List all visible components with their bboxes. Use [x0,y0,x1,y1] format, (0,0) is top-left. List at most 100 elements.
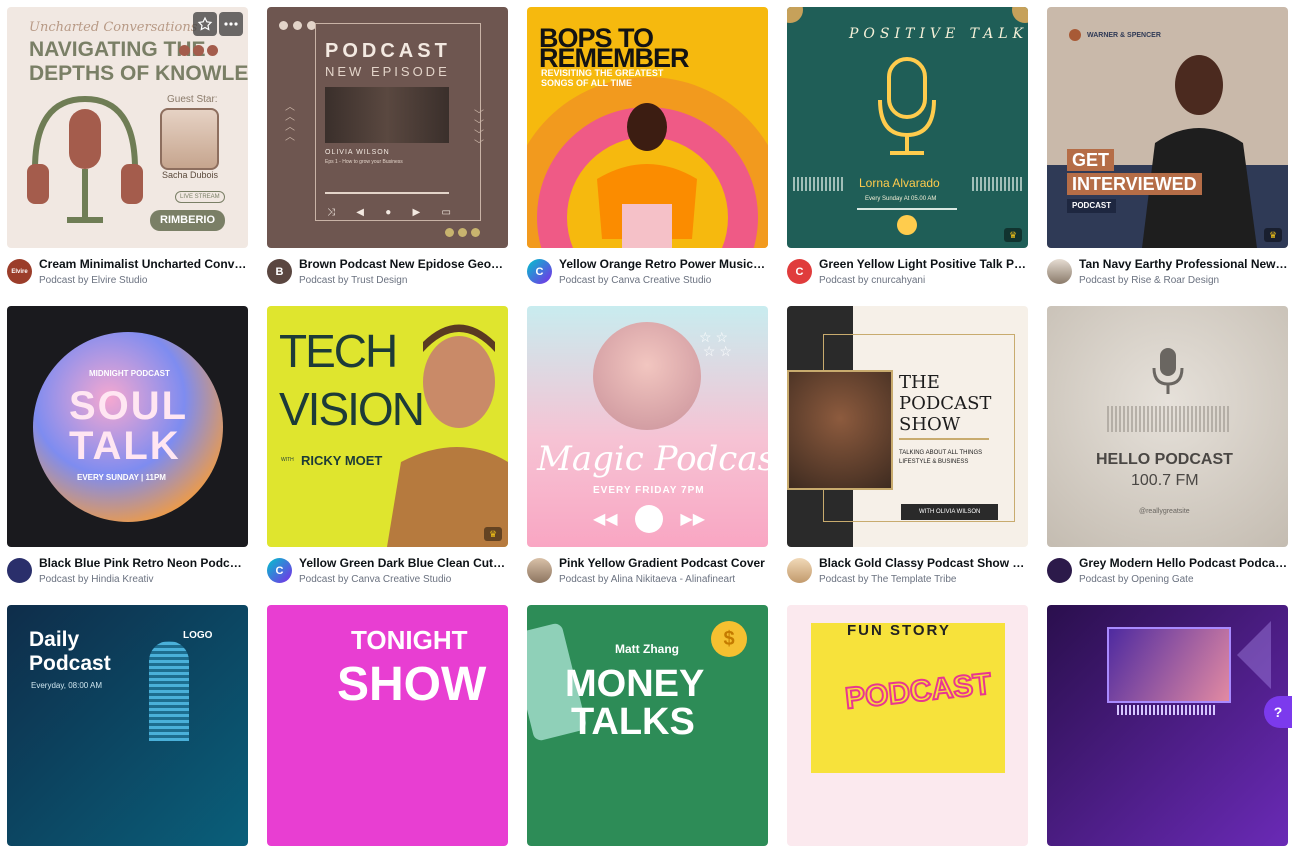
template-thumbnail[interactable]: MIDNIGHT PODCAST SOUL TALK EVERY SUNDAY … [7,306,248,547]
waveform [793,177,845,191]
template-author[interactable]: Podcast by Canva Creative Studio [559,274,768,287]
microphone-icon [1152,348,1184,394]
template-title[interactable]: Black Gold Classy Podcast Show Cover [819,556,1028,571]
template-meta: Tan Navy Earthy Professional News I... P… [1047,257,1288,289]
template-author[interactable]: Podcast by Trust Design [299,274,508,287]
thumb-headline: DEPTHS OF KNOWLEDGE [29,62,248,85]
template-author[interactable]: Podcast by Opening Gate [1079,573,1288,586]
thumb-headline: VISION [279,383,425,435]
brand-name: WARNER & SPENCER [1087,32,1161,39]
microphone-photo [149,641,189,741]
author-avatar[interactable]: B [267,259,292,284]
thumb-headline: PODCAST [325,40,451,62]
author-avatar[interactable] [787,558,812,583]
template-title[interactable]: Tan Navy Earthy Professional News I... [1079,257,1288,272]
progress-track [325,192,449,194]
author-avatar[interactable] [527,558,552,583]
host-name: Matt Zhang [615,642,679,656]
thumb-headline: FUN STORY [847,622,951,639]
help-button[interactable]: ? [1264,696,1292,728]
sparkle-icon: ☆ ☆ ☆ ☆ [699,329,732,359]
author-avatar[interactable]: C [267,558,292,583]
thumb-headline: Daily [29,628,80,651]
star-outline-icon[interactable] [193,12,217,36]
more-dots-icon[interactable] [219,12,243,36]
template-title[interactable]: Black Blue Pink Retro Neon Podcast ... [39,556,248,571]
shuffle-icon: ⤨ [327,207,335,218]
decor-corner [1012,7,1028,23]
gold-divider [899,438,989,440]
thumb-sub: TALKING ABOUT ALL THINGS [899,450,983,456]
template-title[interactable]: Grey Modern Hello Podcast Podcast ... [1079,556,1288,571]
thumb-headline: TALKS [571,701,695,743]
template-meta: Black Blue Pink Retro Neon Podcast ... P… [7,556,248,588]
player-controls: ◀◀ ▶▶ [593,505,705,533]
template-author[interactable]: Podcast by cnurcahyani [819,274,1028,287]
template-thumbnail[interactable]: WARNER & SPENCER GET INTERVIEWED PODCAST… [1047,7,1288,248]
template-title[interactable]: Yellow Orange Retro Power Music Po... [559,257,768,272]
template-title[interactable]: Yellow Green Dark Blue Clean Cutout... [299,556,508,571]
template-thumbnail[interactable]: PODCAST NEW EPISODE OLIVIA WILSON Eps 1 … [267,7,508,248]
template-thumbnail[interactable]: THE PODCAST SHOW TALKING ABOUT ALL THING… [787,306,1028,547]
host-photo [1107,627,1231,703]
waveform [1107,406,1229,432]
template-thumbnail[interactable]: FUN STORY PODCAST [787,605,1028,846]
arc-title: POSITIVE TALK [849,26,1028,42]
template-thumbnail[interactable]: Daily Podcast Everyday, 08:00 AM LOGO [7,605,248,846]
thumb-headline: SHOW [337,658,487,711]
template-author[interactable]: Podcast by Canva Creative Studio [299,573,508,586]
prev-icon: ◀ [356,207,364,218]
logo-text: LOGO [183,630,213,641]
template-title[interactable]: Pink Yellow Gradient Podcast Cover [559,556,768,571]
thumb-headline: GET [1067,149,1115,171]
player-controls: ⤨ ◀ ● ▶ ▭ [327,207,451,218]
template-thumbnail[interactable]: ☆ ☆ ☆ ☆ Magic Podcast EVERY FRIDAY 7PM ◀… [527,306,768,547]
crown-icon: ♛ [1004,228,1022,242]
template-author[interactable]: Podcast by Alina Nikitaeva - Alinafinear… [559,573,768,586]
author-avatar[interactable]: Elvire [7,259,32,284]
author-avatar[interactable]: C [527,259,552,284]
template-author[interactable]: Podcast by The Template Tribe [819,573,1028,586]
template-thumbnail[interactable]: $ Matt Zhang MONEY TALKS [527,605,768,846]
crown-icon: ♛ [484,527,502,541]
portrait-photo [1142,55,1257,248]
author-avatar[interactable] [7,558,32,583]
template-title[interactable]: Cream Minimalist Uncharted Conver... [39,257,248,272]
decor-dots [279,21,316,30]
template-thumbnail[interactable]: TONIGHT SHOW [267,605,508,846]
template-author[interactable]: Podcast by Elvire Studio [39,274,248,287]
author-avatar[interactable]: C [787,259,812,284]
schedule-text: EVERY SUNDAY | 11PM [77,473,166,482]
decor-circles [179,45,218,56]
template-thumbnail[interactable]: POSITIVE TALK Lorna Alvarado Every Sunda… [787,7,1028,248]
schedule-text: Everyday, 08:00 AM [31,681,102,690]
thumb-headline: HELLO PODCAST [1096,451,1233,468]
template-author[interactable]: Podcast by Rise & Roar Design [1079,274,1288,287]
guest-photo [160,108,219,170]
template-title[interactable]: Brown Podcast New Epidose Geomet... [299,257,508,272]
thumb-headline: THE [899,372,940,393]
template-thumbnail[interactable]: BOPS TO REMEMBER REVISITING THE GREATEST… [527,7,768,248]
template-thumbnail[interactable]: TECH VISION WITH RICKY MOET ♛ [267,306,508,547]
schedule-text: Every Sunday At 05.00 AM [865,196,937,202]
thumb-script-text: Uncharted Conversations [29,20,198,35]
template-thumbnail[interactable]: Uncharted Conversations NAVIGATING THE D… [7,7,248,248]
thumb-sub: SONGS OF ALL TIME [541,78,633,88]
template-title[interactable]: Green Yellow Light Positive Talk Podc... [819,257,1028,272]
thumb-headline: TONIGHT [351,625,468,655]
template-meta: Black Gold Classy Podcast Show Cover Pod… [787,556,1028,588]
template-thumbnail[interactable] [1047,605,1288,846]
chevrons-down-icon: ﹀ ﹀ ﹀ ﹀ [474,110,484,151]
pause-button-icon [897,215,917,235]
frequency-text: 100.7 FM [1131,472,1199,489]
template-author[interactable]: Podcast by Hindia Kreativ [39,573,248,586]
live-badge: LIVE STREAM [175,191,225,203]
author-avatar[interactable] [1047,558,1072,583]
fast-forward-icon: ▶▶ [680,511,705,528]
template-thumbnail[interactable]: HELLO PODCAST 100.7 FM @reallygreatsite [1047,306,1288,547]
author-avatar[interactable] [1047,259,1072,284]
progress-track [857,208,957,210]
template-meta: C Yellow Orange Retro Power Music Po... … [527,257,768,289]
decor-corner [787,7,803,23]
coin-icon: $ [711,621,747,657]
